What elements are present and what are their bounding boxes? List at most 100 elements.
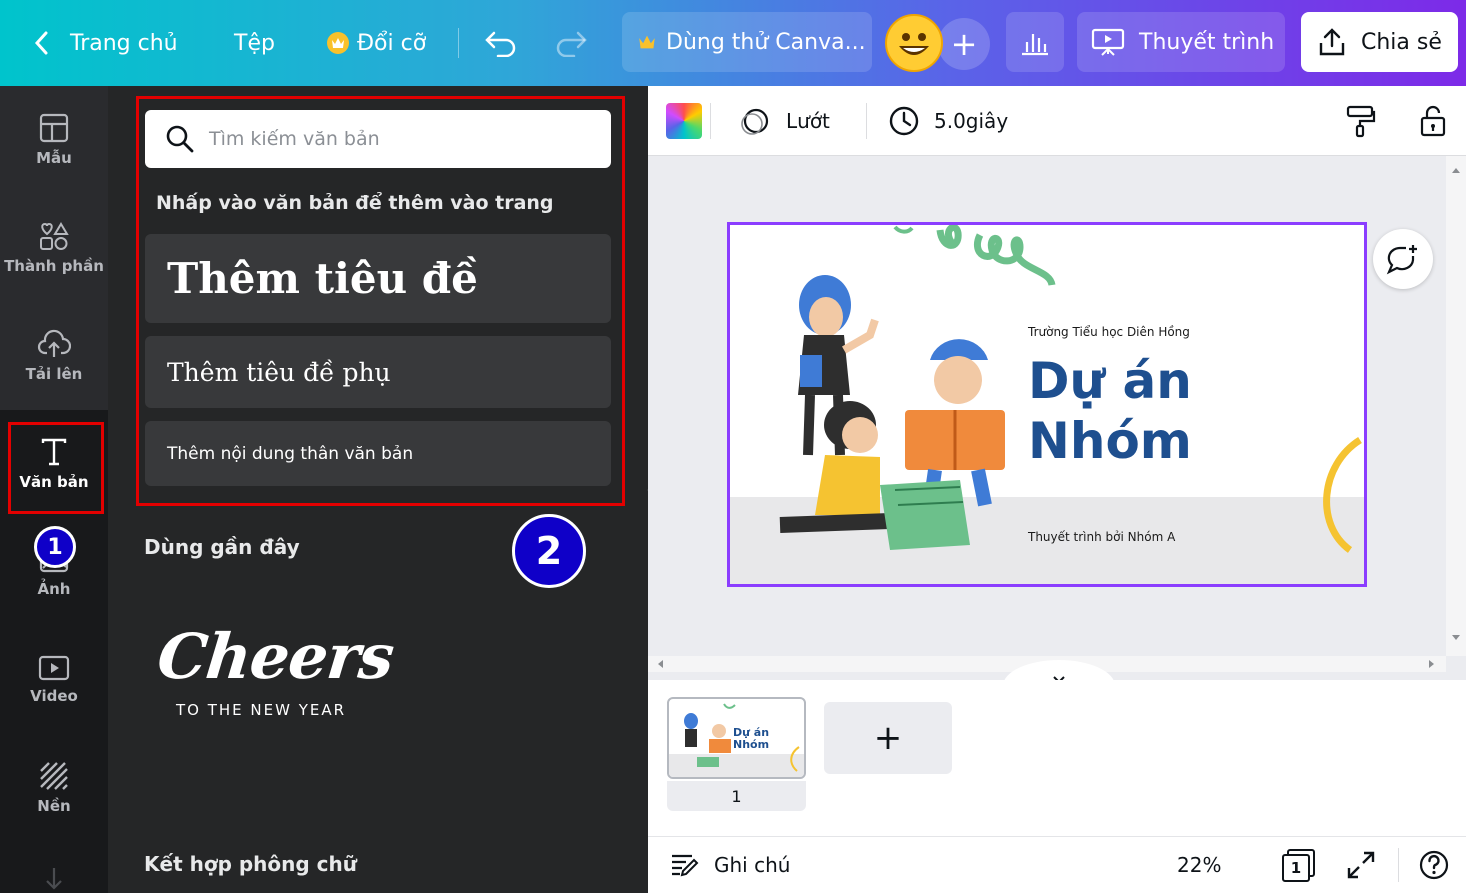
notes-icon (672, 854, 699, 876)
page-grid-button[interactable]: 1 (1282, 836, 1316, 893)
thumb-title-line2: Nhóm (733, 738, 770, 751)
help-icon (1419, 850, 1449, 879)
chevron-left-icon (34, 31, 48, 55)
share-button[interactable]: Chia sẻ (1301, 12, 1458, 72)
divider (866, 86, 867, 156)
rail-item-background[interactable]: Nền (0, 734, 108, 842)
transition-button[interactable]: Lướt (740, 86, 830, 156)
notes-button[interactable]: Ghi chú (670, 836, 790, 893)
divider (1398, 836, 1399, 893)
home-label: Trang chủ (70, 30, 178, 56)
background-icon (40, 762, 68, 790)
resize-button[interactable]: Đổi cỡ (327, 0, 426, 86)
crown-icon (639, 35, 655, 49)
highlight-box-text-options (136, 96, 625, 506)
plus-icon: + (873, 718, 903, 758)
cheers-main-text: Cheers (154, 620, 397, 693)
color-picker-button[interactable] (666, 86, 702, 156)
share-upload-icon (1319, 28, 1345, 56)
scroll-down-icon (1452, 635, 1460, 640)
page-number: 1 (667, 781, 806, 811)
slide-byline: Thuyết trình bởi Nhóm A (1028, 530, 1176, 544)
resize-label: Đổi cỡ (357, 30, 427, 56)
lock-button[interactable] (1419, 86, 1447, 156)
scroll-right-icon (1429, 660, 1434, 668)
scroll-up-icon (1452, 168, 1460, 173)
file-label: Tệp (234, 30, 275, 56)
fullscreen-button[interactable] (1346, 836, 1376, 893)
font-combo-title: Kết hợp phông chữ (144, 852, 357, 876)
scroll-left-icon (658, 660, 663, 668)
vertical-scrollbar[interactable] (1446, 156, 1466, 656)
slide-title: Dự án Nhóm (1028, 351, 1192, 471)
divider (458, 0, 459, 86)
video-icon (38, 655, 70, 681)
color-gradient-icon (666, 103, 702, 139)
page-thumbnail[interactable]: Dự án Nhóm (667, 697, 806, 779)
clock-icon (889, 106, 919, 136)
rail-label: Thành phần (4, 257, 104, 275)
smiley-icon (899, 33, 929, 55)
rail-label: Nền (37, 797, 71, 815)
divider (710, 86, 711, 156)
rail-label: Ảnh (37, 580, 71, 598)
rail-label: Mẫu (36, 149, 72, 167)
lock-icon (1420, 105, 1446, 137)
slide-school-name: Trường Tiểu học Diên Hồng (1028, 325, 1190, 339)
add-comment-button[interactable] (1373, 229, 1433, 289)
transition-icon (741, 108, 769, 135)
notes-label: Ghi chú (714, 852, 791, 877)
present-label: Thuyết trình (1139, 29, 1275, 55)
redo-icon (556, 31, 587, 57)
bar-chart-icon (1022, 34, 1048, 56)
recent-title: Dùng gần đây (144, 535, 300, 559)
slide-title-line1: Dự án (1028, 352, 1192, 410)
add-collaborator-button[interactable]: + (938, 18, 990, 70)
recent-text-cheers[interactable]: Cheers TO THE NEW YEAR (154, 620, 397, 760)
copy-style-button[interactable] (1344, 86, 1376, 156)
highlight-box-text-tab (8, 422, 104, 514)
template-icon (39, 113, 69, 143)
undo-icon (485, 31, 516, 57)
plus-icon: + (950, 25, 978, 63)
rail-label: Tải lên (25, 365, 83, 383)
duration-label: 5.0giây (934, 109, 1009, 133)
thumb-title: Dự án Nhóm (733, 727, 769, 751)
presentation-icon (1091, 28, 1125, 56)
trial-button[interactable]: Dùng thử Canva... (622, 12, 872, 72)
paint-roller-icon (1346, 105, 1376, 138)
step-badge-1: 1 (34, 526, 76, 568)
transition-label: Lướt (786, 109, 830, 133)
pages-count-icon: 1 (1282, 848, 1316, 882)
step-badge-2: 2 (512, 514, 586, 588)
cheers-sub-text: TO THE NEW YEAR (176, 701, 347, 719)
add-page-button[interactable]: + (824, 702, 952, 774)
rail-item-elements[interactable]: Thành phần (0, 194, 108, 302)
rail-item-templates[interactable]: Mẫu (0, 86, 108, 194)
insights-button[interactable] (1006, 12, 1064, 72)
duration-button[interactable]: 5.0giây (888, 86, 1008, 156)
rail-label: Video (30, 687, 78, 705)
page-count: 1 (1282, 853, 1310, 882)
avatar[interactable] (885, 14, 943, 72)
help-button[interactable] (1418, 836, 1450, 893)
rail-item-uploads[interactable]: Tải lên (0, 302, 108, 410)
present-button[interactable]: Thuyết trình (1077, 12, 1285, 72)
comment-plus-icon (1386, 245, 1417, 275)
expand-icon (1347, 851, 1375, 878)
slide-title-line2: Nhóm (1028, 412, 1192, 470)
home-button[interactable]: Trang chủ (32, 0, 178, 86)
elements-icon (40, 222, 69, 250)
trial-label: Dùng thử Canva... (666, 29, 866, 55)
share-label: Chia sẻ (1361, 29, 1442, 55)
zoom-level[interactable]: 22% (1177, 836, 1221, 893)
undo-button[interactable] (484, 0, 518, 86)
file-menu[interactable]: Tệp (234, 0, 275, 86)
rail-more-arrow (40, 866, 68, 893)
arrow-down-icon (46, 868, 62, 890)
redo-button[interactable] (554, 0, 588, 86)
zoom-label: 22% (1177, 852, 1222, 877)
rail-item-videos[interactable]: Video (0, 626, 108, 734)
crown-icon (327, 32, 349, 54)
slide-canvas[interactable]: Trường Tiểu học Diên Hồng Dự án Nhóm Thu… (727, 222, 1367, 587)
